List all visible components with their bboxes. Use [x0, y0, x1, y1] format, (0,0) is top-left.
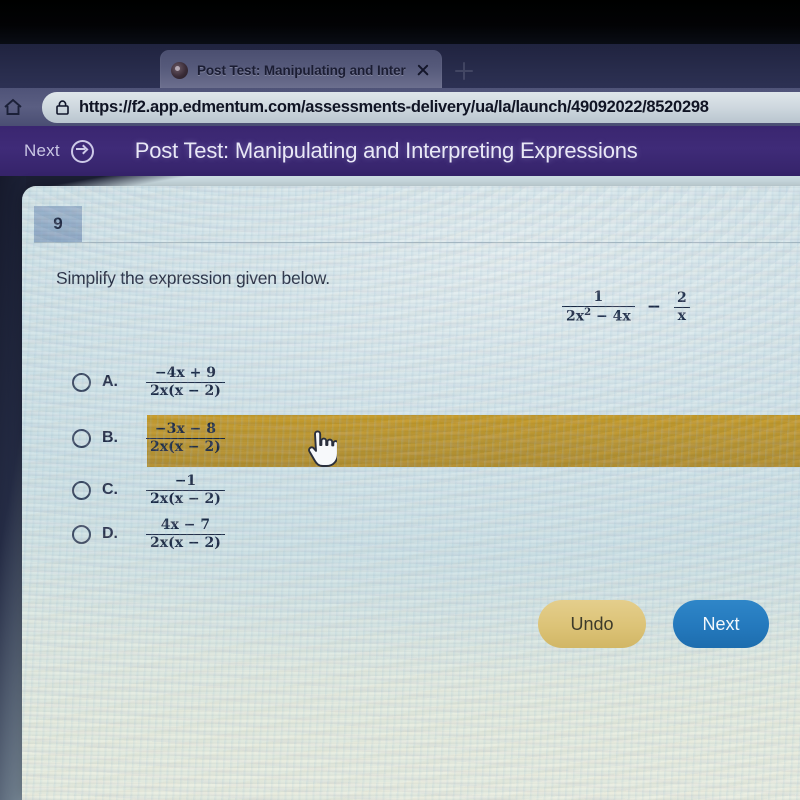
pointing-hand-cursor: [303, 430, 339, 470]
term2-numerator: 2: [676, 289, 687, 306]
option-row-c[interactable]: C. −1 2x(x − 2): [72, 474, 225, 506]
question-prompt: Simplify the expression given below.: [56, 268, 330, 288]
question-expression: 1 2x2 − 4x − 2 x: [562, 290, 800, 324]
undo-button[interactable]: Undo: [538, 600, 646, 648]
t1d-var: x: [575, 308, 585, 325]
option-b-numerator: −3x − 8: [154, 421, 216, 437]
home-icon[interactable]: [2, 96, 24, 118]
radio-button-b[interactable]: [72, 428, 91, 448]
question-number-badge: 9: [34, 206, 82, 242]
option-row-b[interactable]: B. −3x − 8 2x(x − 2): [72, 422, 225, 454]
next-button[interactable]: Next: [673, 600, 769, 648]
radio-button-d[interactable]: [72, 524, 91, 544]
option-row-d[interactable]: D. 4x − 7 2x(x − 2): [72, 518, 225, 550]
t1d-rest: − 4x: [596, 308, 631, 325]
monitor-bezel-top: [0, 0, 800, 46]
t1d-exponent: 2: [584, 306, 592, 318]
expression-operator: −: [646, 297, 661, 318]
browser-tab-title: Post Test: Manipulating and Inter: [197, 62, 406, 78]
option-a-numerator: −4x + 9: [154, 365, 216, 381]
radio-button-a[interactable]: [72, 372, 91, 392]
radio-button-c[interactable]: [72, 480, 91, 500]
option-b-value: −3x − 8 2x(x − 2): [146, 422, 225, 454]
option-highlight-band: [147, 415, 800, 467]
option-b-denominator: 2x(x − 2): [146, 437, 225, 455]
nav-next-button[interactable]: Next: [24, 139, 94, 163]
screen-corner-artifact: [30, 768, 42, 780]
option-a-denominator: 2x(x − 2): [146, 381, 225, 399]
photo-of-screen: Post Test: Manipulating and Inter https:…: [0, 0, 800, 800]
site-favicon: [171, 61, 188, 79]
option-d-numerator: 4x − 7: [160, 517, 211, 533]
option-c-numerator: −1: [174, 473, 197, 489]
t1d-coef: 2: [566, 308, 576, 325]
browser-tab[interactable]: Post Test: Manipulating and Inter: [160, 50, 442, 90]
arrow-right-circle-icon: [70, 139, 94, 163]
option-row-a[interactable]: A. −4x + 9 2x(x − 2): [72, 366, 225, 398]
question-header-rule: [34, 242, 800, 243]
option-d-value: 4x − 7 2x(x − 2): [146, 518, 225, 550]
lock-icon: [56, 100, 69, 115]
question-card: 9 Simplify the expression given below. 1…: [22, 186, 800, 800]
option-c-value: −1 2x(x − 2): [146, 474, 225, 506]
nav-next-label: Next: [24, 141, 60, 160]
option-letter-b: B.: [102, 429, 118, 447]
assessment-title: Post Test: Manipulating and Interpreting…: [134, 138, 638, 163]
option-letter-d: D.: [102, 525, 118, 543]
option-letter-a: A.: [102, 373, 118, 391]
option-c-denominator: 2x(x − 2): [146, 489, 225, 507]
term1-numerator: 1: [593, 289, 604, 305]
option-a-value: −4x + 9 2x(x − 2): [146, 366, 225, 398]
new-tab-icon[interactable]: [455, 62, 473, 80]
app-nav-bar: Next Post Test: Manipulating and Interpr…: [0, 126, 800, 176]
option-d-denominator: 2x(x − 2): [146, 533, 225, 551]
option-letter-c: C.: [102, 481, 118, 499]
close-icon[interactable]: [415, 62, 431, 78]
term2-denominator: x: [673, 306, 690, 324]
expression-term-1: 1 2x2 − 4x: [562, 290, 635, 324]
address-bar[interactable]: https://f2.app.edmentum.com/assessments-…: [42, 92, 800, 123]
address-bar-url: https://f2.app.edmentum.com/assessments-…: [79, 98, 709, 116]
expression-term-2: 2 x: [673, 291, 691, 323]
term1-denominator: 2x2 − 4x: [562, 305, 635, 325]
